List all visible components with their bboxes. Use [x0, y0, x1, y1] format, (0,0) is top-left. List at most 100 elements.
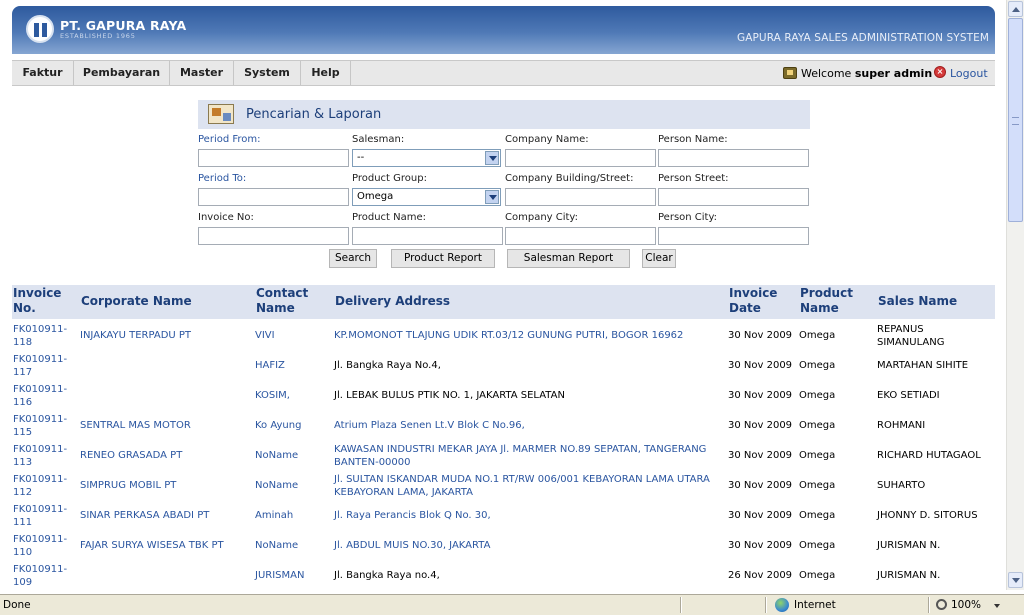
menu-master[interactable]: Master: [170, 61, 234, 85]
menu-help[interactable]: Help: [301, 61, 351, 85]
person-street-input[interactable]: [658, 188, 809, 206]
company-city-input[interactable]: [505, 227, 656, 245]
table-row[interactable]: FK010911- 117 HAFIZ Jl. Bangka Raya No.4, 30…: [12, 351, 995, 381]
delivery-address[interactable]: KP.MOMONOT TLAJUNG UDIK RT.03/12 GUNUNG …: [334, 329, 724, 342]
status-bar: Done Internet 100%: [0, 594, 1024, 615]
product-group-label: Product Group:: [352, 173, 427, 184]
th-product-name-line2: Name: [800, 301, 839, 315]
table-row[interactable]: FK010911- 111 SINAR PERKASA ABADI PT Aminah…: [12, 501, 995, 531]
company-street-input[interactable]: [505, 188, 656, 206]
invoice-no-link[interactable]: FK010911- 118: [13, 323, 78, 349]
table-row[interactable]: FK010911- 112 SIMPRUG MOBIL PT NoName Jl. SU…: [12, 471, 995, 501]
invoice-no-link[interactable]: FK010911- 115: [13, 413, 78, 439]
invoice-no-link-line1: FK010911-: [13, 324, 68, 335]
invoice-no-link-line2: 112: [13, 487, 33, 498]
scroll-down-icon[interactable]: [1008, 572, 1023, 588]
product-name-input[interactable]: [352, 227, 503, 245]
delivery-address[interactable]: Jl. Raya Perancis Blok Q No. 30,: [334, 509, 724, 522]
zoom-level[interactable]: 100%: [951, 599, 981, 611]
th-delivery-address[interactable]: Delivery Address: [335, 294, 450, 309]
invoice-no-link[interactable]: FK010911- 110: [13, 533, 78, 559]
scroll-thumb[interactable]: [1008, 18, 1023, 222]
product-group-select[interactable]: Omega: [352, 188, 501, 206]
contact-name-link[interactable]: NoName: [255, 539, 330, 552]
scroll-up-icon[interactable]: [1008, 1, 1023, 17]
invoice-no-link[interactable]: FK010911- 116: [13, 383, 78, 409]
company-name-input[interactable]: [505, 149, 656, 167]
contact-name-link[interactable]: Ko Ayung: [255, 419, 330, 432]
invoice-no-link-line2: 117: [13, 367, 33, 378]
th-invoice-no-line1: Invoice: [13, 286, 62, 300]
delivery-address[interactable]: Jl. ABDUL MUIS NO.30, JAKARTA: [334, 539, 724, 552]
contact-name-link[interactable]: HAFIZ: [255, 359, 330, 372]
product-report-button[interactable]: Product Report: [391, 249, 495, 268]
table-row[interactable]: FK010911- 115 SENTRAL MAS MOTOR Ko Ayung Atr…: [12, 411, 995, 441]
corporate-name-link[interactable]: SIMPRUG MOBIL PT: [80, 479, 250, 492]
table-row[interactable]: FK010911- 110 FAJAR SURYA WISESA TBK PT NoN…: [12, 531, 995, 561]
th-invoice-date[interactable]: Invoice Date: [729, 286, 777, 316]
invoice-no-link-line2: 110: [13, 547, 33, 558]
invoice-no-input[interactable]: [198, 227, 349, 245]
invoice-no-link-line2: 115: [13, 427, 33, 438]
sales-name-line1: ROHMANI: [877, 420, 926, 431]
period-from-input[interactable]: [198, 149, 349, 167]
period-to-input[interactable]: [198, 188, 349, 206]
corporate-name-link[interactable]: SINAR PERKASA ABADI PT: [80, 509, 250, 522]
product-name: Omega: [799, 450, 836, 461]
salesman-report-button[interactable]: Salesman Report: [507, 249, 630, 268]
th-product-name[interactable]: Product Name: [800, 286, 853, 316]
th-contact-name[interactable]: Contact Name: [256, 286, 308, 316]
invoice-no-link[interactable]: FK010911- 113: [13, 443, 78, 469]
corporate-name-link[interactable]: INJAKAYU TERPADU PT: [80, 329, 250, 342]
invoice-no-link[interactable]: FK010911- 112: [13, 473, 78, 499]
contact-name-link[interactable]: JURISMAN: [255, 569, 330, 582]
company-name: PT. GAPURA RAYA: [60, 18, 187, 33]
table-row[interactable]: FK010911- 109 JURISMAN Jl. Bangka Raya no.4…: [12, 561, 995, 591]
logout-link[interactable]: Logout: [950, 67, 988, 80]
menu-pembayaran[interactable]: Pembayaran: [74, 61, 170, 85]
period-from-label: Period From:: [198, 134, 261, 145]
salesman-select[interactable]: --: [352, 149, 501, 167]
table-row[interactable]: FK010911- 113 RENEO GRASADA PT NoName KAWASA…: [12, 441, 995, 471]
th-corporate-name[interactable]: Corporate Name: [81, 294, 192, 309]
delivery-address[interactable]: Jl. SULTAN ISKANDAR MUDA NO.1 RT/RW 006/…: [334, 473, 724, 499]
corporate-name-link[interactable]: FAJAR SURYA WISESA TBK PT: [80, 539, 250, 552]
contact-name-link[interactable]: NoName: [255, 479, 330, 492]
logout-icon[interactable]: ×: [934, 66, 946, 78]
invoice-no-link[interactable]: FK010911- 117: [13, 353, 78, 379]
corporate-name-link[interactable]: SENTRAL MAS MOTOR: [80, 419, 250, 432]
delivery-address-line1: Jl. Bangka Raya no.4,: [334, 570, 440, 581]
chevron-down-icon[interactable]: [485, 151, 499, 165]
th-sales-name[interactable]: Sales Name: [878, 294, 957, 309]
vertical-scrollbar[interactable]: [1006, 0, 1024, 590]
sales-name: MARTAHAN SIHITE: [877, 359, 992, 372]
menu-system[interactable]: System: [234, 61, 301, 85]
delivery-address[interactable]: KAWASAN INDUSTRI MEKAR JAYA Jl. MARMER N…: [334, 443, 724, 469]
clear-button[interactable]: Clear: [642, 249, 676, 268]
table-row[interactable]: FK010911- 118 INJAKAYU TERPADU PT VIVI KP.MO…: [12, 321, 995, 351]
delivery-address-line1: Jl. LEBAK BULUS PTIK NO. 1, JAKARTA SELA…: [334, 390, 565, 401]
contact-name-link[interactable]: Aminah: [255, 509, 330, 522]
th-invoice-no[interactable]: Invoice No.: [13, 286, 61, 316]
search-button[interactable]: Search: [329, 249, 377, 268]
invoice-no-link-line1: FK010911-: [13, 504, 68, 515]
invoice-no-link[interactable]: FK010911- 109: [13, 563, 78, 589]
product-name: Omega: [799, 330, 836, 341]
menu-faktur[interactable]: Faktur: [12, 61, 74, 85]
contact-name-link[interactable]: VIVI: [255, 329, 330, 342]
contact-name-link[interactable]: NoName: [255, 449, 330, 462]
delivery-address[interactable]: Atrium Plaza Senen Lt.V Blok C No.96,: [334, 419, 724, 432]
chevron-down-icon[interactable]: [485, 190, 499, 204]
zoom-icon[interactable]: [936, 599, 947, 610]
invoice-no-link[interactable]: FK010911- 111: [13, 503, 78, 529]
person-city-input[interactable]: [658, 227, 809, 245]
status-divider: [928, 597, 930, 613]
chevron-down-icon[interactable]: [994, 604, 1000, 608]
corporate-name-link[interactable]: RENEO GRASADA PT: [80, 449, 250, 462]
delivery-address: Jl. Bangka Raya no.4,: [334, 569, 724, 582]
person-name-input[interactable]: [658, 149, 809, 167]
company-logo-icon: [26, 15, 54, 43]
contact-name-link[interactable]: KOSIM,: [255, 389, 330, 402]
table-row[interactable]: FK010911- 116 KOSIM, Jl. LEBAK BULUS PTIK N…: [12, 381, 995, 411]
company-street-label: Company Building/Street:: [505, 173, 634, 184]
